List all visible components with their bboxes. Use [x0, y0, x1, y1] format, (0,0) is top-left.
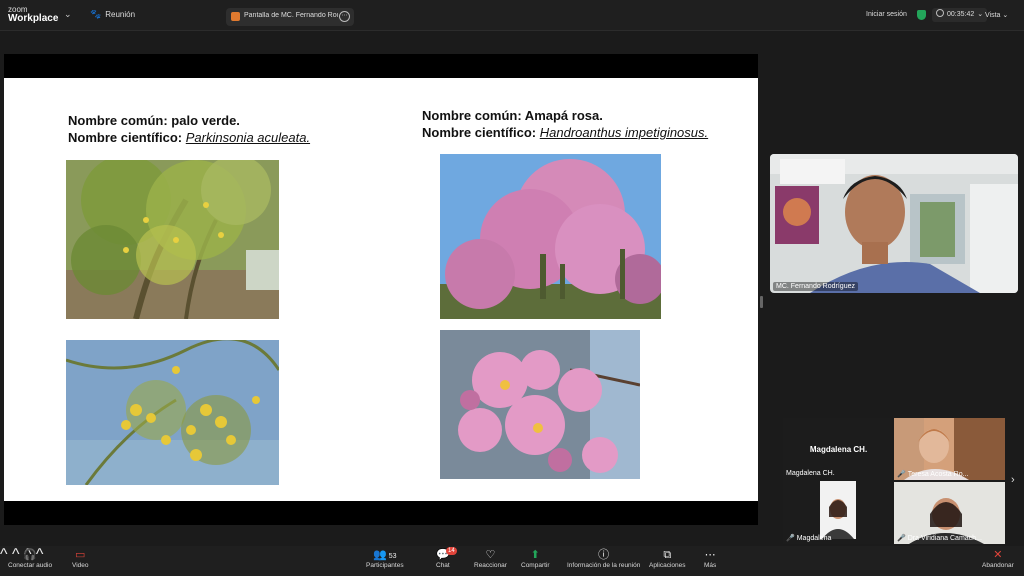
chat-unread-badge: 14	[446, 547, 457, 555]
magdalena-display-name: Magdalena CH.	[809, 445, 868, 454]
meeting-info-button[interactable]: ⓘ Información de la reunión	[567, 548, 640, 569]
audio-options-caret[interactable]: ^	[0, 546, 8, 563]
zoom-logo: zoom Workplace	[8, 5, 59, 24]
right-scientific-name: Nombre científico: Handroanthus impetigi…	[422, 125, 708, 140]
speaker-name: MC. Fernando Rodríguez	[773, 282, 858, 291]
amapa-tree-photo	[440, 154, 661, 319]
speaker-video-tile[interactable]: MC. Fernando Rodríguez	[770, 154, 1018, 293]
participant-tile-viridiana[interactable]: 🎤 Dra Viridiana Camach...	[894, 482, 1005, 544]
participants-count: 53	[388, 553, 397, 560]
sign-in-link[interactable]: Iniciar sesión	[866, 11, 907, 18]
muted-mic-icon: 🎤	[897, 471, 906, 478]
title-bar: zoom Workplace ⌄ 🐾 Reunión Pantalla de MC…	[0, 0, 1024, 31]
video-off-icon: ▭	[75, 549, 86, 561]
more-options-icon[interactable]: ⋯	[339, 11, 350, 22]
audio-button[interactable]: 🎧 Conectar audio	[8, 548, 52, 569]
meeting-toolbar: 🎧 Conectar audio ^ ▭ Video ^ 👥 53 Partici…	[0, 546, 1024, 576]
meeting-menu[interactable]: 🐾 Reunión	[90, 9, 135, 20]
heart-icon: ♡	[485, 549, 496, 561]
view-label: Vista	[985, 12, 1001, 19]
participants-icon: 👥 53	[373, 549, 397, 561]
right-sci-value: Handroanthus impetiginosus.	[539, 125, 709, 140]
info-label: Información de la reunión	[567, 562, 641, 569]
security-shield-icon[interactable]	[917, 10, 926, 20]
logo-line2: Workplace	[8, 13, 59, 24]
magdalena-label: Magdalena CH.	[786, 470, 835, 477]
left-sci-value: Parkinsonia aculeata.	[185, 130, 311, 145]
view-button[interactable]: Vista ⌄	[985, 11, 1008, 19]
palo-verde-flowers-photo	[66, 340, 279, 485]
left-scientific-name: Nombre científico: Parkinsonia aculeata.	[68, 130, 310, 145]
share-screen-icon	[231, 12, 240, 21]
participant-tile-teresa[interactable]: 🎤 Teresa Acosta Ro...	[894, 418, 1005, 480]
left-common-name: Nombre común: palo verde.	[68, 113, 240, 128]
participant-tile-magdalena[interactable]: Magdalena CH. Magdalena CH. 🎤 Magdalena	[783, 418, 892, 544]
muted-mic-icon: 🎤	[786, 535, 795, 542]
participant-gallery: Magdalena CH. Magdalena CH. 🎤 Magdalena 🎤…	[783, 418, 1005, 544]
speaker-video	[770, 154, 1018, 293]
video-label: Video	[72, 562, 89, 569]
more-dots-icon: ⋯	[704, 549, 716, 561]
magdalena-tile-name: 🎤 Magdalena	[786, 535, 832, 542]
apps-button[interactable]: ⧉ Aplicaciones	[649, 548, 686, 569]
share-tab-label: Pantalla de MC. Fernando Rodríg...	[244, 12, 338, 19]
more-button[interactable]: ⋯ Más	[704, 548, 716, 569]
react-button[interactable]: ♡ Reaccionar	[474, 548, 507, 569]
teresa-tile-name: 🎤 Teresa Acosta Ro...	[897, 471, 969, 478]
apps-icon: ⧉	[663, 549, 672, 561]
audio-label: Conectar audio	[8, 562, 53, 569]
video-button[interactable]: ▭ Video	[72, 548, 89, 569]
share-label: Compartir	[521, 562, 550, 569]
screen-share-tab[interactable]: Pantalla de MC. Fernando Rodríg... ⋯	[226, 8, 354, 26]
shared-screen: Nombre común: palo verde. Nombre científ…	[4, 54, 758, 525]
react-label: Reaccionar	[474, 562, 507, 569]
leave-icon: ✕	[993, 549, 1003, 561]
clock-icon	[936, 9, 944, 17]
panel-resize-handle[interactable]	[760, 296, 763, 308]
info-icon: ⓘ	[598, 549, 610, 561]
leave-label: Abandonar	[982, 562, 1014, 569]
left-sci-prefix: Nombre científico:	[68, 130, 186, 145]
participants-button[interactable]: 👥 53 Participantes	[366, 548, 404, 569]
paw-icon: 🐾	[90, 9, 102, 19]
viridiana-tile-name: 🎤 Dra Viridiana Camach...	[897, 535, 982, 542]
headphones-icon: 🎧	[23, 549, 37, 561]
magdalena-video	[820, 481, 856, 539]
gallery-next-arrow-icon[interactable]: ›	[1011, 474, 1015, 486]
participants-label: Participantes	[366, 562, 404, 569]
chevron-down-icon[interactable]: ⌄	[64, 9, 72, 20]
share-button[interactable]: ⬆ Compartir	[521, 548, 550, 569]
muted-mic-icon: 🎤	[897, 535, 906, 542]
more-label: Más	[704, 562, 717, 569]
palo-verde-tree-photo	[66, 160, 279, 319]
meeting-label: Reunión	[105, 10, 136, 19]
chat-label: Chat	[436, 562, 450, 569]
right-sci-prefix: Nombre científico:	[422, 125, 540, 140]
timer-value: 00:35:42	[947, 11, 975, 18]
meeting-timer[interactable]: 00:35:42 ⌄	[932, 8, 988, 22]
share-arrow-icon: ⬆	[530, 549, 540, 561]
presentation-slide: Nombre común: palo verde. Nombre científ…	[4, 78, 758, 501]
right-common-name: Nombre común: Amapá rosa.	[422, 108, 603, 123]
leave-button[interactable]: ✕ Abandonar	[982, 548, 1014, 569]
apps-label: Aplicaciones	[649, 562, 686, 569]
amapa-flowers-photo	[440, 330, 640, 479]
